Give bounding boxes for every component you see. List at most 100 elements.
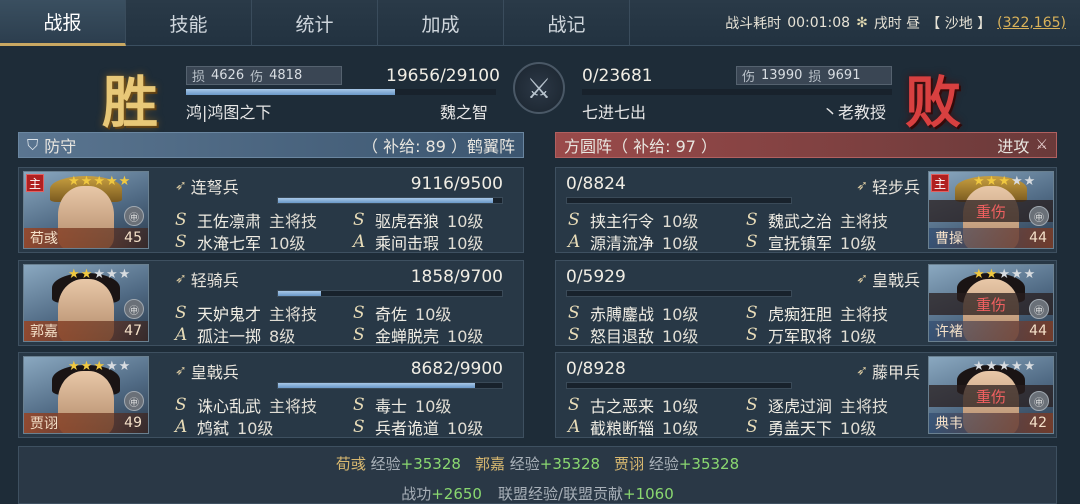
general-troop-bar: [566, 197, 792, 204]
star-rating: ★★★★★: [973, 267, 1036, 282]
skill-entry[interactable]: S 奇佐 10级: [353, 301, 451, 325]
merit-value: +2650: [431, 485, 482, 503]
star-icon: ★: [1010, 174, 1024, 189]
exp-value: +35328: [678, 455, 740, 473]
tab-statistics[interactable]: 统计: [252, 0, 378, 46]
skill-level: 8级: [269, 327, 296, 346]
main-general-badge: 主: [931, 174, 949, 192]
general-card[interactable]: 主 ★★★★★ ㊥荀彧 45 ➶ 连弩兵 9116/9500 S 王佐凛肃 主将技 S 驱虎吞狼 10级…: [18, 167, 524, 253]
star-icon: ★: [1010, 267, 1024, 282]
skill-level: 10级: [662, 419, 699, 438]
skill-entry[interactable]: S 赤膊鏖战 10级: [568, 301, 698, 325]
general-portrait[interactable]: ★★★★★ 重伤㊥许褚 44: [928, 264, 1054, 342]
general-portrait[interactable]: ★★★★★ ㊥贾诩 49: [23, 356, 149, 434]
skill-grade: S: [175, 303, 187, 323]
unit-type: ➶ 藤甲兵: [850, 359, 920, 383]
skill-name: 截粮断辎: [590, 419, 655, 438]
exp-value: +35328: [539, 455, 601, 473]
general-portrait[interactable]: ★★★★★ ㊥郭嘉 47: [23, 264, 149, 342]
general-card[interactable]: 主 ★★★★★ 重伤㊥曹操 44 ➶ 轻步兵 0/8824 S 挟主行令 10级 S 魏武之治 主将技 A…: [555, 167, 1057, 253]
skill-name: 奇佐: [375, 305, 408, 324]
skill-level: 主将技: [269, 397, 318, 416]
skill-entry[interactable]: S 毒士 10级: [353, 393, 451, 417]
skill-entry[interactable]: S 金蝉脱壳 10级: [353, 323, 483, 347]
skill-entry[interactable]: S 水淹七军 10级: [175, 230, 305, 254]
general-card[interactable]: ★★★★★ 重伤㊥典韦 42 ➶ 藤甲兵 0/8928 S 古之恶来 10级 S 逐虎过涧 主将技 A 截…: [555, 352, 1057, 438]
skill-entry[interactable]: S 虎痴狂胆 主将技: [746, 301, 888, 325]
experience-line: 荀彧 经验+35328 郭嘉 经验+35328 贾诩 经验+35328: [19, 453, 1056, 474]
skill-entry[interactable]: S 宣抚镇军 10级: [746, 230, 876, 254]
star-icon: ★: [93, 174, 106, 189]
general-card[interactable]: ★★★★★ ㊥贾诩 49 ➶ 皇戟兵 8682/9900 S 诛心乱武 主将技 S 毒士 10级 A 鸩弑…: [18, 352, 524, 438]
shield-icon: ⛉: [27, 136, 39, 154]
skill-entry[interactable]: A 孤注一掷 8级: [175, 323, 295, 347]
unit-icon: ➶: [856, 271, 868, 287]
tab-battle-log[interactable]: 战记: [504, 0, 630, 46]
star-icon: ★: [973, 174, 986, 189]
right-formation: 方圆阵（ 补给: 97 ）: [564, 137, 718, 156]
seal-icon: ㊥: [1029, 206, 1049, 226]
skill-name: 万军取将: [768, 327, 833, 346]
skill-entry[interactable]: S 怒目退敌 10级: [568, 323, 698, 347]
skill-entry[interactable]: S 诛心乱武 主将技: [175, 393, 317, 417]
unit-name: 皇戟兵: [190, 363, 239, 382]
tab-skills[interactable]: 技能: [126, 0, 252, 46]
tab-battle-report[interactable]: 战报: [0, 0, 126, 46]
skill-entry[interactable]: S 魏武之治 主将技: [746, 208, 888, 232]
general-card[interactable]: ★★★★★ 重伤㊥许褚 44 ➶ 皇戟兵 0/5929 S 赤膊鏖战 10级 S 虎痴狂胆 主将技 S 怒…: [555, 260, 1057, 346]
skill-entry[interactable]: A 源清流净 10级: [568, 230, 698, 254]
star-icon: ★: [105, 174, 119, 189]
star-icon: ★: [118, 174, 132, 189]
star-icon: ★: [998, 267, 1011, 282]
skill-name: 虎痴狂胆: [768, 305, 833, 324]
skill-entry[interactable]: S 逐虎过涧 主将技: [746, 393, 888, 417]
skill-entry[interactable]: S 驱虎吞狼 10级: [353, 208, 483, 232]
top-tab-bar: 战报 技能 统计 加成 战记 战斗耗时 00:01:08 ✻ 戌时 昼 【 沙地…: [0, 0, 1080, 46]
general-card[interactable]: ★★★★★ ㊥郭嘉 47 ➶ 轻骑兵 1858/9700 S 天妒鬼才 主将技 S 奇佐 10级 A 孤注…: [18, 260, 524, 346]
star-icon: ★: [68, 174, 81, 189]
star-icon: ★: [105, 359, 119, 374]
skill-entry[interactable]: A 截粮断辎 10级: [568, 415, 698, 439]
unit-type: ➶ 皇戟兵: [850, 267, 920, 291]
star-icon: ★: [1023, 174, 1037, 189]
skill-entry[interactable]: S 万军取将 10级: [746, 323, 876, 347]
general-portrait[interactable]: 主 ★★★★★ ㊥荀彧 45: [23, 171, 149, 249]
skill-entry[interactable]: S 古之恶来 10级: [568, 393, 698, 417]
skill-name: 驱虎吞狼: [375, 212, 440, 231]
general-level: 45: [124, 230, 142, 246]
skill-entry[interactable]: S 勇盖天下 10级: [746, 415, 876, 439]
sword-icon: ⚔: [1035, 137, 1048, 153]
general-portrait[interactable]: 主 ★★★★★ 重伤㊥曹操 44: [928, 171, 1054, 249]
coordinates-link[interactable]: (322,165): [997, 15, 1066, 31]
right-player-name[interactable]: 七进七出: [582, 99, 646, 123]
skill-grade: S: [746, 210, 758, 230]
tab-bonus[interactable]: 加成: [378, 0, 504, 46]
general-portrait[interactable]: ★★★★★ 重伤㊥典韦 42: [928, 356, 1054, 434]
skill-entry[interactable]: A 鸩弑 10级: [175, 415, 273, 439]
left-player-name[interactable]: 鸿|鸿图之下: [186, 99, 271, 123]
general-troops: 0/5929: [566, 267, 626, 287]
general-troop-bar-fill: [278, 291, 321, 296]
general-name-bar: 荀彧 45: [24, 228, 148, 248]
skill-entry[interactable]: S 兵者诡道 10级: [353, 415, 483, 439]
skill-grade: S: [353, 303, 365, 323]
skill-name: 赤膊鏖战: [590, 305, 655, 324]
skill-entry[interactable]: A 乘间击瑕 10级: [353, 230, 483, 254]
skill-name: 水淹七军: [197, 234, 262, 253]
star-icon: ★: [985, 174, 999, 189]
skill-grade: S: [353, 325, 365, 345]
skill-entry[interactable]: S 天妒鬼才 主将技: [175, 301, 317, 325]
skill-grade: S: [568, 325, 580, 345]
skill-entry[interactable]: S 挟主行令 10级: [568, 208, 698, 232]
general-name-bar: 曹操 44: [929, 228, 1053, 248]
exp-entry: 贾诩 经验+35328: [614, 453, 739, 474]
skill-grade: S: [568, 395, 580, 415]
skill-grade: S: [746, 417, 758, 437]
skill-level: 10级: [269, 234, 306, 253]
skill-entry[interactable]: S 王佐凛肃 主将技: [175, 208, 317, 232]
right-troop-bar: [582, 89, 892, 95]
skill-level: 10级: [840, 234, 877, 253]
damage-label: 伤: [250, 70, 264, 85]
battle-time: 00:01:08: [787, 15, 851, 31]
skill-grade: S: [746, 395, 758, 415]
